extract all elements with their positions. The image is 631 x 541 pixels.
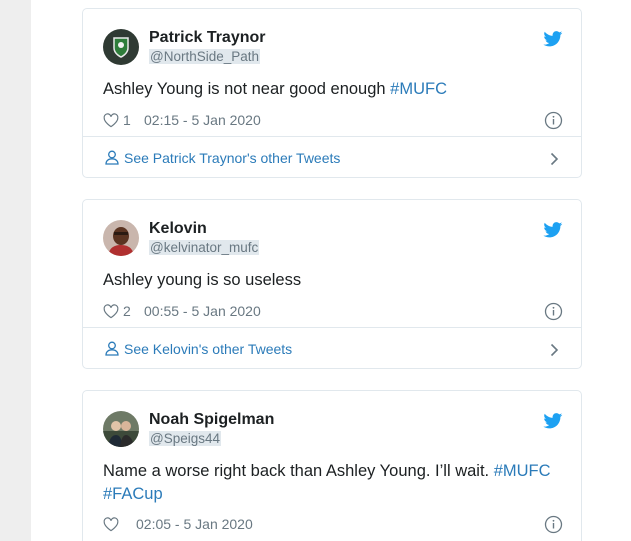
author-handle[interactable]: @kelvinator_mufc [149, 240, 260, 255]
see-other-tweets-link[interactable]: See Kelovin's other Tweets [105, 341, 292, 357]
like-count: 2 [123, 303, 131, 319]
tweet-body: Name a worse right back than Ashley Youn… [103, 462, 494, 480]
avatar[interactable] [103, 220, 139, 256]
twitter-bird-icon[interactable] [543, 31, 563, 47]
author-handle[interactable]: @Speigs44 [149, 431, 221, 446]
tweet-card: Kelovin @kelvinator_mufc Ashley young is… [82, 199, 582, 369]
tweet-meta: 02:05 - 5 Jan 2020 [103, 515, 563, 535]
tweet-header: Noah Spigelman @Speigs44 [103, 411, 563, 449]
timestamp-link[interactable]: 02:15 - 5 Jan 2020 [144, 112, 261, 128]
chevron-right-icon[interactable] [550, 343, 559, 357]
tweet-meta: 2 00:55 - 5 Jan 2020 [103, 302, 563, 322]
tweet-header: Kelovin @kelvinator_mufc [103, 220, 563, 258]
heart-icon[interactable] [103, 517, 119, 532]
info-icon[interactable] [544, 515, 563, 534]
hashtag-link[interactable]: #MUFC [494, 462, 551, 480]
tweet-text: Ashley Young is not near good enough #MU… [103, 78, 563, 101]
see-other-tweets-label: See Kelovin's other Tweets [124, 341, 293, 357]
hashtag-link[interactable]: #FACup [103, 485, 163, 503]
person-icon [105, 150, 119, 165]
see-other-tweets-label: See Patrick Traynor's other Tweets [124, 150, 341, 166]
tweet-card: Patrick Traynor @NorthSide_Path Ashley Y… [82, 8, 582, 178]
see-other-tweets-link[interactable]: See Patrick Traynor's other Tweets [105, 150, 340, 166]
twitter-bird-icon[interactable] [543, 222, 563, 238]
author-name[interactable]: Noah Spigelman [149, 411, 274, 429]
person-icon [105, 341, 119, 356]
tweet-header: Patrick Traynor @NorthSide_Path [103, 29, 563, 67]
tweet-body: Ashley Young is not near good enough [103, 80, 391, 98]
author-name[interactable]: Patrick Traynor [149, 29, 266, 47]
timestamp-link[interactable]: 02:05 - 5 Jan 2020 [136, 516, 253, 532]
tweet-text: Name a worse right back than Ashley Youn… [103, 460, 563, 506]
chevron-right-icon[interactable] [550, 152, 559, 166]
tweet-text: Ashley young is so useless [103, 269, 563, 292]
like-count: 1 [123, 112, 131, 128]
avatar[interactable] [103, 411, 139, 447]
author-handle[interactable]: @NorthSide_Path [149, 49, 261, 64]
timestamp-link[interactable]: 00:55 - 5 Jan 2020 [144, 303, 261, 319]
hashtag-link[interactable]: #MUFC [390, 80, 447, 98]
tweet-footer[interactable]: See Patrick Traynor's other Tweets [83, 136, 581, 181]
info-icon[interactable] [544, 302, 563, 321]
twitter-bird-icon[interactable] [543, 413, 563, 429]
heart-icon[interactable] [103, 304, 119, 319]
left-gutter [0, 0, 31, 541]
author-name[interactable]: Kelovin [149, 220, 207, 238]
tweet-meta: 1 02:15 - 5 Jan 2020 [103, 111, 563, 131]
tweet-body: Ashley young is so useless [103, 271, 302, 289]
tweet-card: Noah Spigelman @Speigs44 Name a worse ri… [82, 390, 582, 541]
tweet-footer[interactable]: See Kelovin's other Tweets [83, 327, 581, 372]
info-icon[interactable] [544, 111, 563, 130]
heart-icon[interactable] [103, 113, 119, 128]
avatar[interactable] [103, 29, 139, 65]
